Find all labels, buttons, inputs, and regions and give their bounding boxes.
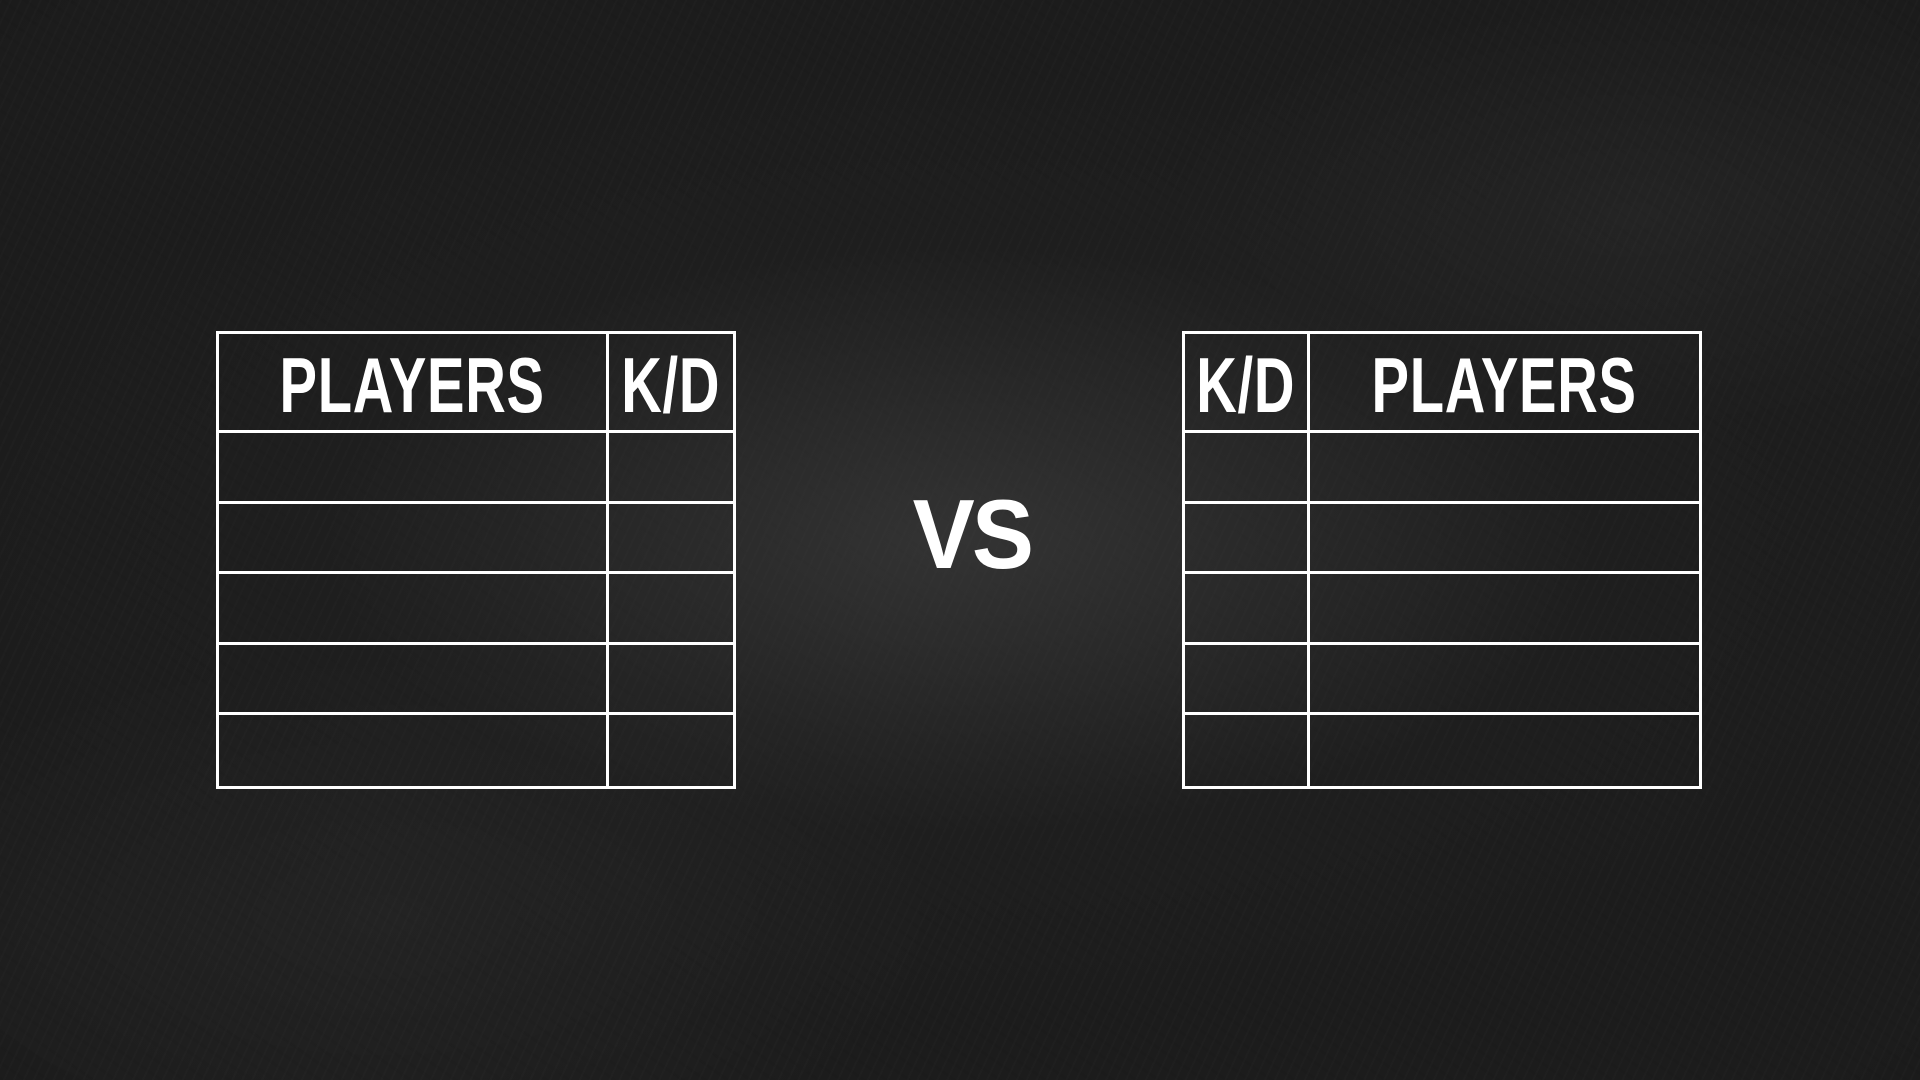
left-header-players: PLAYERS bbox=[219, 334, 609, 433]
versus-label: VS bbox=[912, 479, 1034, 589]
right-row-2-player-cell bbox=[1310, 504, 1699, 575]
right-row-5-kd-cell bbox=[1185, 715, 1310, 786]
right-header-kd: K/D bbox=[1185, 334, 1310, 433]
right-header-players-label: PLAYERS bbox=[1371, 341, 1638, 429]
right-team-scoreboard: K/D PLAYERS bbox=[1182, 331, 1702, 789]
left-header-kd: K/D bbox=[609, 334, 733, 433]
left-row-1-player-cell bbox=[219, 433, 609, 504]
right-row-2-kd-cell bbox=[1185, 503, 1310, 575]
right-row-4-player-cell bbox=[1310, 645, 1699, 716]
left-row-1-kd-cell bbox=[609, 433, 733, 504]
left-row-4-kd-cell bbox=[609, 645, 733, 716]
right-row-4-kd-cell bbox=[1185, 644, 1310, 716]
right-header-kd-label: K/D bbox=[1196, 341, 1296, 429]
left-row-4-player-cell bbox=[219, 644, 609, 716]
left-row-2-player-cell bbox=[219, 503, 609, 575]
left-team-scoreboard: PLAYERS K/D bbox=[216, 331, 736, 789]
right-row-1-kd-cell bbox=[1185, 433, 1310, 504]
left-header-kd-label: K/D bbox=[621, 341, 721, 429]
left-row-3-kd-cell bbox=[609, 574, 733, 645]
right-row-1-player-cell bbox=[1310, 433, 1699, 504]
left-row-2-kd-cell bbox=[609, 504, 733, 575]
right-row-3-kd-cell bbox=[1185, 574, 1310, 645]
right-row-5-player-cell bbox=[1310, 715, 1699, 786]
left-row-3-player-cell bbox=[219, 574, 609, 645]
right-header-players: PLAYERS bbox=[1310, 334, 1699, 433]
right-row-3-player-cell bbox=[1310, 574, 1699, 645]
left-row-5-kd-cell bbox=[609, 715, 733, 786]
left-header-players-label: PLAYERS bbox=[279, 341, 546, 429]
left-row-5-player-cell bbox=[219, 715, 609, 786]
